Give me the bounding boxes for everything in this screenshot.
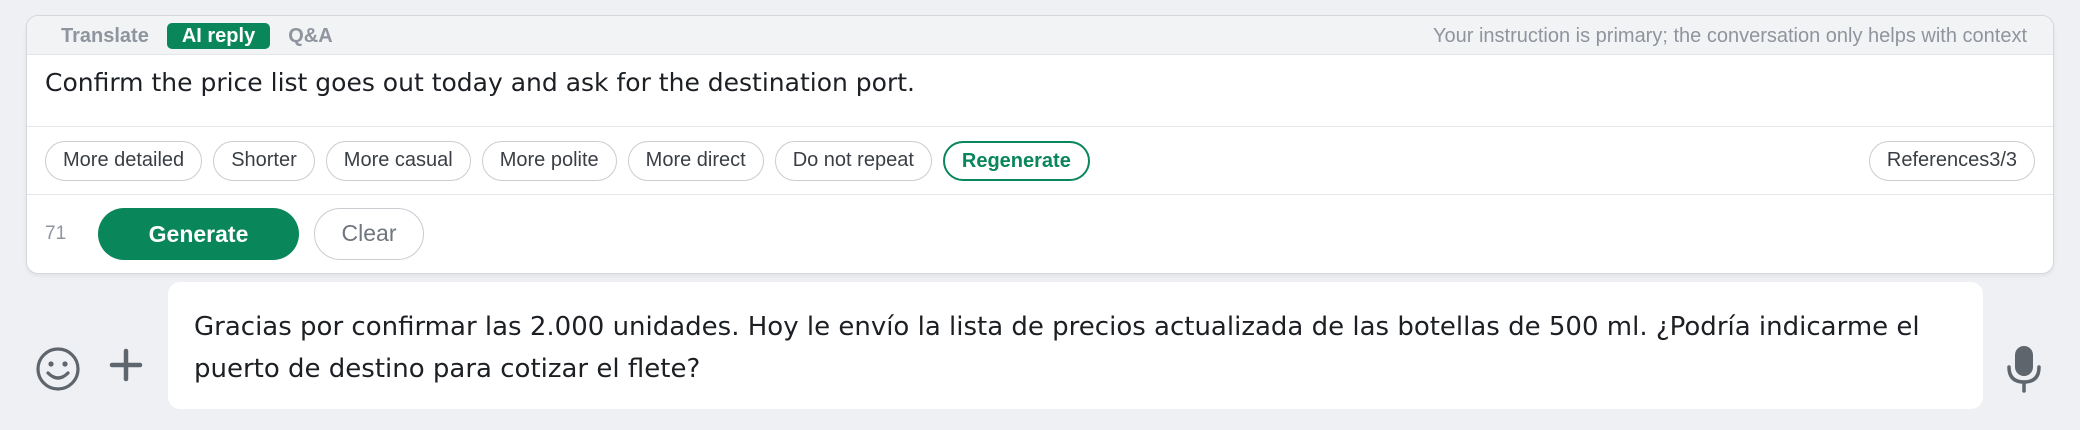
more-casual-chip[interactable]: More casual xyxy=(325,141,471,181)
tab-translate[interactable]: Translate xyxy=(61,23,149,49)
microphone-icon[interactable] xyxy=(2004,344,2044,394)
generate-button[interactable]: Generate xyxy=(98,208,299,260)
plus-icon[interactable] xyxy=(109,348,143,382)
emoji-icon[interactable] xyxy=(34,345,82,393)
refine-chips-row: More detailed Shorter More casual More p… xyxy=(27,127,2053,195)
mode-tabs: Translate AI reply Q&A xyxy=(61,23,351,49)
more-polite-chip[interactable]: More polite xyxy=(481,141,617,181)
message-input[interactable]: Gracias por confirmar las 2.000 unidades… xyxy=(168,282,1983,409)
instruction-field[interactable]: Confirm the price list goes out today an… xyxy=(27,55,2053,127)
regenerate-chip[interactable]: Regenerate xyxy=(942,141,1090,181)
shorter-chip[interactable]: Shorter xyxy=(213,141,315,181)
tab-ai-reply[interactable]: AI reply xyxy=(166,23,271,49)
message-compose-bar: Gracias por confirmar las 2.000 unidades… xyxy=(0,278,2080,430)
ai-reply-panel: Translate AI reply Q&A Your instruction … xyxy=(26,15,2054,274)
instruction-hint: Your instruction is primary; the convers… xyxy=(1433,25,2027,47)
do-not-repeat-chip[interactable]: Do not repeat xyxy=(774,141,932,181)
instruction-text[interactable]: Confirm the price list goes out today an… xyxy=(45,68,915,97)
refine-chips: More detailed Shorter More casual More p… xyxy=(45,141,1101,181)
clear-button[interactable]: Clear xyxy=(314,208,424,260)
tab-qa[interactable]: Q&A xyxy=(288,23,332,49)
panel-header: Translate AI reply Q&A Your instruction … xyxy=(27,16,2053,55)
references-button[interactable]: References3/3 xyxy=(1868,141,2035,181)
action-row: 71 Generate Clear xyxy=(27,195,2053,273)
more-direct-chip[interactable]: More direct xyxy=(627,141,764,181)
message-text[interactable]: Gracias por confirmar las 2.000 unidades… xyxy=(194,306,1954,390)
more-detailed-chip[interactable]: More detailed xyxy=(45,141,203,181)
character-count: 71 xyxy=(45,223,67,244)
